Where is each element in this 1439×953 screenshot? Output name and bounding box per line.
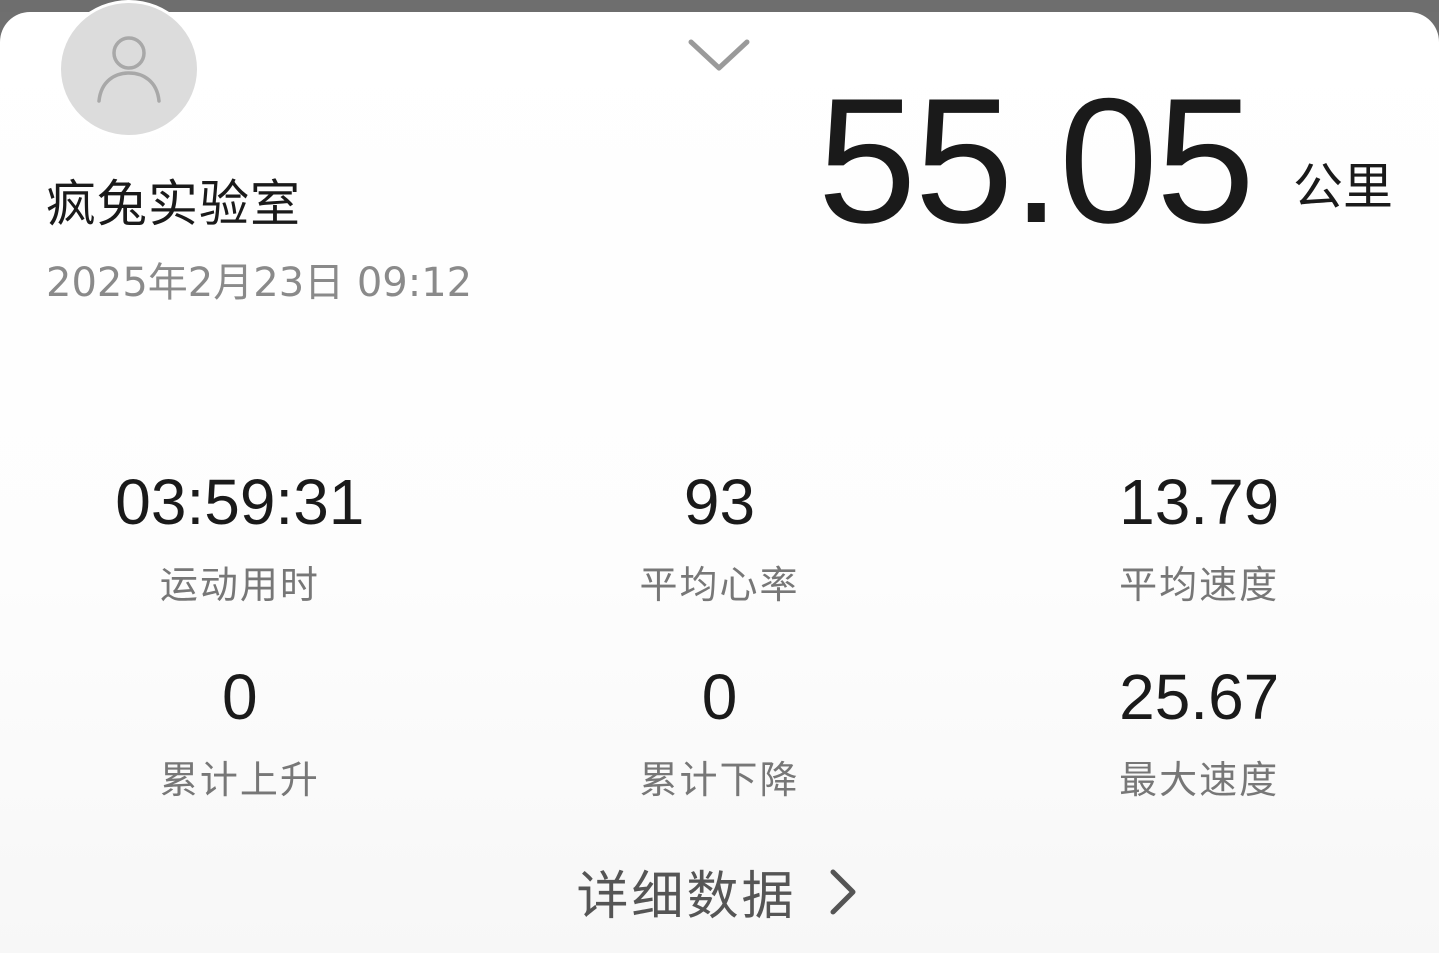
stats-grid: 03:59:31 运动用时 93 平均心率 13.79 平均速度 0 累计上升 … xyxy=(0,464,1439,854)
stat-label: 累计上升 xyxy=(159,758,320,802)
stat-total-ascent: 0 累计上升 xyxy=(0,659,480,854)
stat-avg-heart-rate: 93 平均心率 xyxy=(480,464,960,659)
detail-data-link[interactable]: 详细数据 xyxy=(0,854,1439,929)
total-distance: 55.05 公里 xyxy=(818,72,1393,250)
stat-value: 93 xyxy=(683,466,756,538)
stat-label: 平均速度 xyxy=(1119,563,1280,607)
distance-value: 55.05 xyxy=(817,61,1255,260)
stat-value: 03:59:31 xyxy=(115,466,365,538)
stat-label: 平均心率 xyxy=(639,563,800,607)
stats-row: 03:59:31 运动用时 93 平均心率 13.79 平均速度 xyxy=(0,464,1439,659)
stat-value: 0 xyxy=(222,661,258,733)
workout-summary-sheet: 疯兔实验室 2025年2月23日 09:12 55.05 公里 03:59:31… xyxy=(0,12,1439,953)
status-bar-backdrop xyxy=(0,0,1439,12)
stat-max-speed: 25.67 最大速度 xyxy=(959,659,1439,854)
stat-total-descent: 0 累计下降 xyxy=(480,659,960,854)
stat-duration: 03:59:31 运动用时 xyxy=(0,464,480,659)
stat-value: 0 xyxy=(701,661,738,733)
distance-unit: 公里 xyxy=(1293,158,1393,216)
stats-row: 0 累计上升 0 累计下降 25.67 最大速度 xyxy=(0,659,1439,854)
stat-value: 13.79 xyxy=(1119,466,1280,538)
stat-avg-speed: 13.79 平均速度 xyxy=(959,464,1439,659)
workout-datetime: 2025年2月23日 09:12 xyxy=(46,260,473,306)
stat-label: 最大速度 xyxy=(1119,758,1280,802)
stat-label: 运动用时 xyxy=(159,563,320,607)
user-name: 疯兔实验室 xyxy=(46,175,301,233)
chevron-right-icon xyxy=(823,862,863,922)
person-icon xyxy=(97,36,161,103)
detail-data-label: 详细数据 xyxy=(576,867,797,927)
collapse-button[interactable] xyxy=(684,34,754,78)
avatar[interactable] xyxy=(58,0,200,138)
stat-value: 25.67 xyxy=(1119,661,1280,733)
stat-label: 累计下降 xyxy=(639,758,800,802)
chevron-down-icon xyxy=(688,39,750,71)
